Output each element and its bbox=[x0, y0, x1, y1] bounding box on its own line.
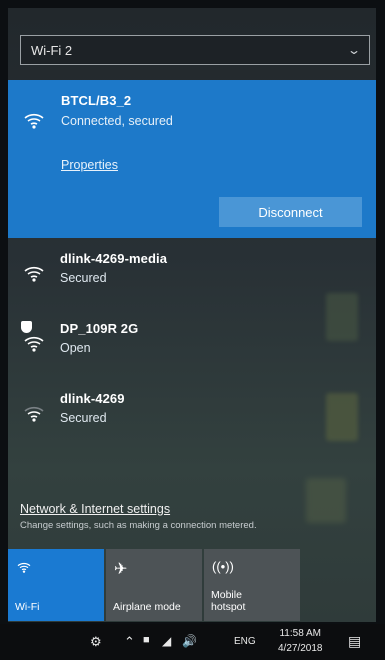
network-name: dlink-4269-media bbox=[60, 251, 168, 266]
network-tray-icon[interactable]: ◢ bbox=[162, 634, 171, 648]
tile-label: Airplane mode bbox=[113, 601, 181, 613]
chevron-up-icon[interactable]: ⌃ bbox=[124, 634, 135, 650]
tile-label: Mobile hotspot bbox=[211, 589, 246, 613]
properties-link[interactable]: Properties bbox=[61, 158, 118, 172]
airplane-icon: ✈ bbox=[114, 561, 128, 578]
wifi-toggle-tile[interactable]: Wi-Fi bbox=[8, 549, 104, 621]
wifi-signal-icon bbox=[24, 113, 44, 129]
network-settings-link[interactable]: Network & Internet settings bbox=[20, 502, 170, 516]
tile-label: Wi-Fi bbox=[15, 601, 40, 613]
network-name: DP_109R 2G bbox=[60, 321, 139, 336]
volume-icon[interactable]: 🔊 bbox=[182, 634, 197, 648]
connected-network-status: Connected, secured bbox=[61, 114, 173, 128]
connected-network-item[interactable]: BTCL/B3_2 Connected, secured Properties … bbox=[8, 80, 376, 238]
hotspot-icon: ((•)) bbox=[212, 559, 234, 574]
battery-icon[interactable]: ■ bbox=[143, 634, 150, 646]
wifi-signal-icon bbox=[24, 266, 44, 282]
chevron-down-icon: ⌄ bbox=[346, 43, 362, 57]
wifi-signal-icon bbox=[24, 336, 44, 352]
airplane-mode-tile[interactable]: ✈ Airplane mode bbox=[106, 549, 202, 621]
clock-time: 11:58 AM bbox=[279, 628, 321, 639]
language-indicator[interactable]: ENG bbox=[234, 636, 256, 647]
background-blur bbox=[306, 478, 346, 523]
network-settings-description: Change settings, such as making a connec… bbox=[20, 520, 257, 531]
wifi-signal-weak-icon bbox=[24, 406, 44, 422]
clock-date: 4/27/2018 bbox=[278, 643, 323, 654]
adapter-dropdown-value: Wi-Fi 2 bbox=[31, 42, 73, 58]
background-blur bbox=[326, 293, 358, 341]
network-flyout: Wi-Fi 2 ⌄ BTCL/B3_2 Connected, secured P… bbox=[8, 8, 376, 622]
mobile-hotspot-tile[interactable]: ((•)) Mobile hotspot bbox=[204, 549, 300, 621]
wifi-icon bbox=[17, 562, 31, 573]
background-blur bbox=[326, 393, 358, 441]
notification-center-icon[interactable]: ▤ bbox=[348, 633, 361, 650]
people-icon[interactable]: ⚙ bbox=[90, 634, 102, 650]
clock[interactable]: 11:58 AM 4/27/2018 bbox=[278, 626, 323, 656]
network-status: Open bbox=[60, 341, 91, 355]
network-list-item[interactable]: dlink-4269-media Secured bbox=[8, 249, 308, 299]
network-name: dlink-4269 bbox=[60, 391, 125, 406]
disconnect-button[interactable]: Disconnect bbox=[219, 197, 362, 227]
open-network-shield-icon bbox=[21, 321, 32, 333]
network-status: Secured bbox=[60, 411, 107, 425]
network-list-item[interactable]: DP_109R 2G Open bbox=[8, 319, 308, 369]
network-status: Secured bbox=[60, 271, 107, 285]
adapter-dropdown[interactable]: Wi-Fi 2 ⌄ bbox=[20, 35, 370, 65]
quick-actions: Wi-Fi ✈ Airplane mode ((•)) Mobile hotsp… bbox=[8, 549, 376, 621]
network-list-item[interactable]: dlink-4269 Secured bbox=[8, 389, 308, 439]
taskbar: ⚙ ⌃ ■ ◢ 🔊 ENG 11:58 AM 4/27/2018 ▤ bbox=[0, 624, 385, 660]
connected-network-name: BTCL/B3_2 bbox=[61, 93, 132, 108]
